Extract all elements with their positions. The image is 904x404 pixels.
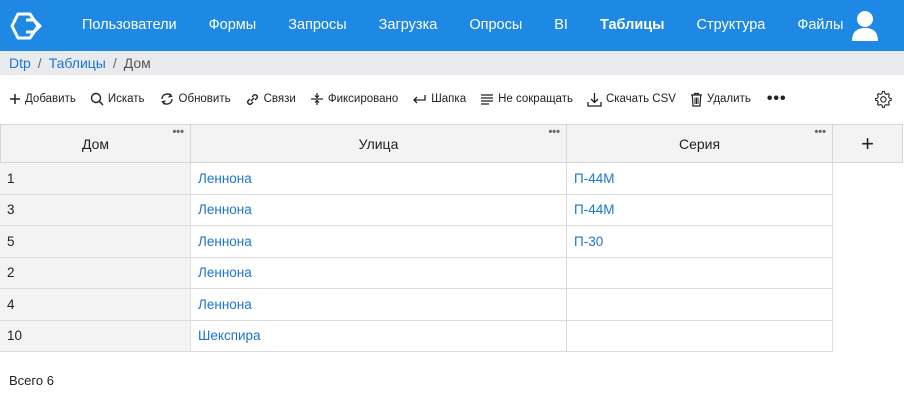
- column-header-label: Дом: [81, 135, 110, 152]
- breadcrumb-current: Дом: [123, 55, 151, 71]
- breadcrumb-link-tables[interactable]: Таблицы: [49, 55, 106, 71]
- nav-item-tables[interactable]: Таблицы: [584, 0, 681, 51]
- nav-item-queries[interactable]: Запросы: [272, 0, 362, 51]
- refresh-icon: [160, 93, 173, 105]
- add-button[interactable]: Добавить: [9, 93, 76, 105]
- search-icon: [90, 92, 104, 106]
- nav-item-bi[interactable]: BI: [538, 0, 584, 51]
- user-icon[interactable]: [850, 10, 880, 42]
- cell-street[interactable]: Леннона: [191, 194, 567, 226]
- top-nav-bar: Пользователи Формы Запросы Загрузка Опро…: [0, 0, 904, 51]
- column-header-street[interactable]: Улица •••: [191, 124, 567, 163]
- cell-house[interactable]: 3: [0, 194, 191, 226]
- column-header-house[interactable]: Дом •••: [0, 124, 191, 163]
- column-header-label: Серия: [678, 135, 721, 152]
- column-header-series[interactable]: Серия •••: [567, 124, 833, 163]
- search-button[interactable]: Искать: [90, 92, 145, 106]
- download-icon: [587, 92, 602, 107]
- add-button-label: Добавить: [25, 93, 76, 105]
- nav-item-forms[interactable]: Формы: [193, 0, 273, 51]
- cell-series[interactable]: [567, 289, 833, 321]
- toolbar: Добавить Искать Обновить Связи Фиксирова…: [0, 76, 904, 122]
- column-menu-button[interactable]: •••: [172, 127, 184, 138]
- plus-icon: [10, 94, 20, 104]
- refresh-button[interactable]: Обновить: [159, 92, 231, 106]
- no-truncate-button[interactable]: Не сокращать: [480, 93, 573, 105]
- cell-series[interactable]: П-44М: [567, 163, 833, 195]
- refresh-button-label: Обновить: [178, 93, 231, 105]
- delete-button[interactable]: Удалить: [690, 92, 751, 107]
- freeze-icon: [310, 93, 323, 105]
- column-header-label: Улица: [358, 135, 399, 152]
- breadcrumb: Dtp / Таблицы / Дом: [0, 51, 904, 75]
- cell-house[interactable]: 2: [0, 257, 191, 289]
- cell-house[interactable]: 5: [0, 226, 191, 258]
- fixed-button-label: Фиксировано: [327, 93, 399, 105]
- nav-item-files[interactable]: Файлы: [781, 0, 859, 51]
- delete-button-label: Удалить: [706, 93, 751, 105]
- cell-street[interactable]: Леннона: [191, 289, 567, 321]
- return-icon: [413, 95, 426, 104]
- trash-icon: [690, 92, 702, 107]
- download-csv-button-label: Скачать CSV: [605, 93, 676, 105]
- cell-street[interactable]: Шекспира: [191, 320, 567, 352]
- cell-series[interactable]: [567, 257, 833, 289]
- logo-icon[interactable]: [8, 12, 48, 40]
- nav-item-structure[interactable]: Структура: [681, 0, 782, 51]
- more-button[interactable]: •••: [767, 90, 787, 108]
- add-column-button[interactable]: +: [833, 124, 903, 163]
- cell-house[interactable]: 4: [0, 289, 191, 321]
- column-menu-button[interactable]: •••: [814, 127, 826, 138]
- fixed-button[interactable]: Фиксировано: [310, 92, 398, 106]
- nav-item-surveys[interactable]: Опросы: [453, 0, 538, 51]
- column-menu-button[interactable]: •••: [548, 127, 560, 138]
- main-nav: Пользователи Формы Запросы Загрузка Опро…: [66, 0, 859, 51]
- cell-street[interactable]: Леннона: [191, 257, 567, 289]
- no-truncate-button-label: Не сокращать: [498, 93, 573, 105]
- links-button-label: Связи: [263, 93, 296, 105]
- total-count: Всего 6: [9, 373, 54, 388]
- cell-house[interactable]: 1: [0, 163, 191, 195]
- download-csv-button[interactable]: Скачать CSV: [587, 92, 676, 107]
- cell-series[interactable]: [567, 320, 833, 352]
- cell-series[interactable]: П-30: [567, 226, 833, 258]
- breadcrumb-link-dtp[interactable]: Dtp: [9, 55, 31, 71]
- links-button[interactable]: Связи: [245, 92, 296, 107]
- nav-item-upload[interactable]: Загрузка: [363, 0, 454, 51]
- cell-series[interactable]: П-44М: [567, 194, 833, 226]
- breadcrumb-separator: /: [37, 55, 42, 71]
- nav-item-users[interactable]: Пользователи: [66, 0, 193, 51]
- search-button-label: Искать: [107, 93, 145, 105]
- gear-icon[interactable]: [874, 90, 892, 108]
- cell-street[interactable]: Леннона: [191, 163, 567, 195]
- header-button-label: Шапка: [431, 93, 467, 105]
- header-button[interactable]: Шапка: [412, 93, 466, 105]
- cell-house[interactable]: 10: [0, 320, 191, 352]
- cell-street[interactable]: Леннона: [191, 226, 567, 258]
- breadcrumb-separator: /: [112, 55, 117, 71]
- link-icon: [246, 93, 258, 105]
- lines-icon: [481, 94, 494, 105]
